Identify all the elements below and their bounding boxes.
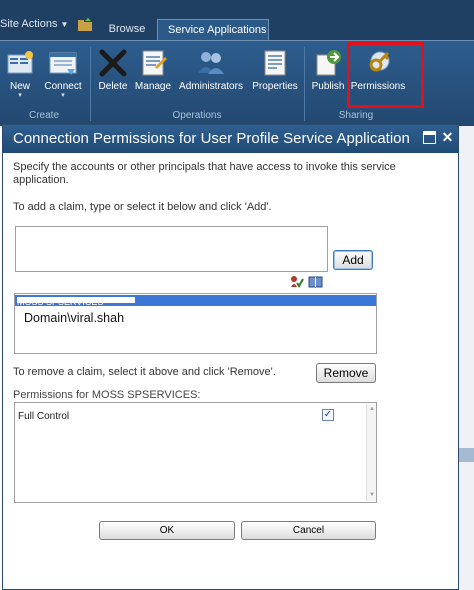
claim-item-selected[interactable]: MOSS SPSERVICES	[15, 295, 376, 306]
administrators-button[interactable]: Administrators	[176, 47, 246, 92]
delete-x-icon	[99, 49, 127, 77]
claim-input[interactable]	[15, 226, 328, 272]
new-label: New	[9, 81, 30, 92]
new-button[interactable]: New ▾	[4, 47, 36, 100]
manage-button[interactable]: Manage	[133, 47, 173, 92]
connect-label: Connect	[44, 81, 82, 92]
ribbon-separator	[304, 47, 305, 121]
remove-claim-hint: To remove a claim, select it above and c…	[13, 366, 276, 378]
scroll-down-icon[interactable]: ▼	[367, 490, 377, 500]
permissions-highlight-annotation	[347, 42, 424, 108]
dialog-title: Connection Permissions for User Profile …	[13, 130, 410, 147]
new-icon	[7, 51, 33, 74]
tab-service-applications[interactable]: Service Applications	[157, 19, 269, 40]
manage-icon	[142, 50, 167, 76]
claim-item[interactable]: Domain\viral.shah	[15, 311, 376, 327]
properties-label: Properties	[252, 81, 298, 92]
administrators-people-icon	[198, 52, 224, 74]
publish-label: Publish	[311, 81, 345, 92]
page-backdrop-bar	[458, 448, 474, 462]
permissions-list: Full Control ✓ ▲ ▼	[14, 402, 377, 503]
publish-button[interactable]: Publish	[309, 47, 347, 92]
permissions-for-label: Permissions for MOSS SPSERVICES:	[13, 389, 201, 401]
cancel-button[interactable]: Cancel	[241, 521, 376, 540]
connection-permissions-dialog: Connection Permissions for User Profile …	[2, 124, 459, 590]
claim-item-selected-label: MOSS SPSERVICES	[17, 297, 135, 306]
page-backdrop	[458, 126, 474, 590]
permission-name-full-control: Full Control	[18, 411, 70, 422]
tab-browse[interactable]: Browse	[96, 19, 158, 40]
properties-icon	[264, 50, 286, 76]
add-claim-hint: To add a claim, type or select it below …	[13, 201, 272, 213]
group-label-operations: Operations	[172, 110, 222, 121]
chevron-down-icon: ▼	[60, 20, 69, 29]
claims-list[interactable]: MOSS SPSERVICES Domain\viral.shah	[14, 293, 377, 354]
dialog-instructions: Specify the accounts or other principals…	[13, 161, 396, 186]
browse-address-book-icon[interactable]	[308, 276, 323, 288]
ok-button[interactable]: OK	[99, 521, 235, 540]
group-label-sharing: Sharing	[338, 110, 374, 121]
connect-dropdown-icon: ▾	[61, 92, 65, 99]
close-icon[interactable]: ✕	[441, 130, 454, 144]
properties-button[interactable]: Properties	[250, 47, 300, 92]
full-control-checkbox[interactable]: ✓	[322, 409, 334, 421]
maximize-icon[interactable]	[423, 131, 436, 144]
group-label-create: Create	[28, 110, 59, 121]
new-dropdown-icon: ▾	[18, 92, 22, 99]
remove-button[interactable]: Remove	[316, 363, 376, 383]
top-bar: Site Actions ▼ Browse Service Application…	[0, 0, 474, 40]
publish-icon	[316, 50, 341, 76]
site-actions-menu[interactable]: Site Actions ▼	[0, 18, 68, 30]
administrators-label: Administrators	[179, 81, 243, 92]
delete-label: Delete	[98, 81, 128, 92]
connect-icon	[49, 52, 77, 75]
add-button[interactable]: Add	[333, 250, 373, 270]
permissions-scrollbar[interactable]: ▲ ▼	[366, 404, 376, 501]
check-names-icon[interactable]	[290, 275, 304, 288]
scroll-up-icon[interactable]: ▲	[367, 404, 377, 414]
manage-label: Manage	[134, 81, 172, 92]
navigate-up-icon[interactable]	[77, 18, 93, 32]
ribbon-separator	[90, 47, 91, 121]
dialog-title-bar: Connection Permissions for User Profile …	[3, 125, 458, 153]
delete-button[interactable]: Delete	[95, 47, 131, 92]
connect-button[interactable]: Connect ▾	[42, 47, 84, 100]
site-actions-label: Site Actions	[0, 18, 58, 30]
